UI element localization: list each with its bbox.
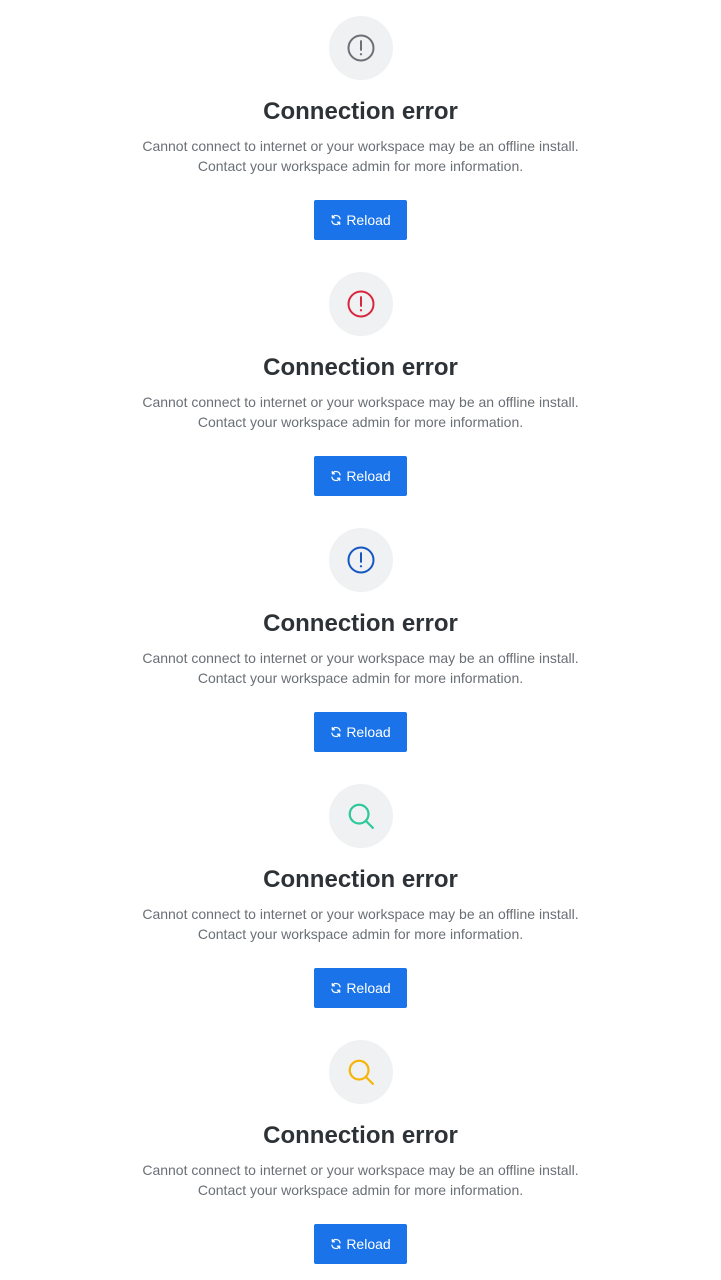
error-description-line-2: Contact your workspace admin for more in… bbox=[197, 414, 524, 430]
error-title: Connection error bbox=[263, 1122, 458, 1149]
refresh-icon bbox=[331, 726, 342, 738]
error-description-line-2: Contact your workspace admin for more in… bbox=[197, 1182, 524, 1198]
error-description-line-2: Contact your workspace admin for more in… bbox=[197, 670, 524, 686]
refresh-icon bbox=[331, 470, 342, 482]
alert-circle-icon bbox=[329, 272, 393, 336]
reload-button-label: Reload bbox=[346, 468, 391, 484]
error-description: Cannot connect to internet or your works… bbox=[0, 1160, 721, 1200]
error-description-line-1: Cannot connect to internet or your works… bbox=[142, 138, 579, 154]
error-state-4: Connection error Cannot connect to inter… bbox=[0, 768, 721, 1024]
error-description: Cannot connect to internet or your works… bbox=[0, 648, 721, 688]
reload-button[interactable]: Reload bbox=[314, 968, 407, 1008]
refresh-icon bbox=[331, 1238, 342, 1250]
search-icon bbox=[329, 1040, 393, 1104]
error-state-5: Connection error Cannot connect to inter… bbox=[0, 1024, 721, 1280]
error-title: Connection error bbox=[263, 610, 458, 637]
search-icon bbox=[329, 784, 393, 848]
error-description-line-1: Cannot connect to internet or your works… bbox=[142, 394, 579, 410]
error-description-line-2: Contact your workspace admin for more in… bbox=[197, 158, 524, 174]
error-state-2: Connection error Cannot connect to inter… bbox=[0, 256, 721, 512]
reload-button-label: Reload bbox=[346, 980, 391, 996]
error-state-3: Connection error Cannot connect to inter… bbox=[0, 512, 721, 768]
error-description-line-1: Cannot connect to internet or your works… bbox=[142, 650, 579, 666]
error-description: Cannot connect to internet or your works… bbox=[0, 392, 721, 432]
error-description-line-1: Cannot connect to internet or your works… bbox=[142, 906, 579, 922]
alert-circle-icon bbox=[329, 528, 393, 592]
error-description-line-1: Cannot connect to internet or your works… bbox=[142, 1162, 579, 1178]
reload-button[interactable]: Reload bbox=[314, 712, 407, 752]
alert-circle-icon bbox=[329, 16, 393, 80]
reload-button-label: Reload bbox=[346, 1236, 391, 1252]
error-description: Cannot connect to internet or your works… bbox=[0, 136, 721, 176]
error-title: Connection error bbox=[263, 98, 458, 125]
refresh-icon bbox=[331, 982, 342, 994]
error-description: Cannot connect to internet or your works… bbox=[0, 904, 721, 944]
reload-button[interactable]: Reload bbox=[314, 200, 407, 240]
reload-button-label: Reload bbox=[346, 212, 391, 228]
error-title: Connection error bbox=[263, 354, 458, 381]
refresh-icon bbox=[331, 214, 342, 226]
reload-button[interactable]: Reload bbox=[314, 456, 407, 496]
error-title: Connection error bbox=[263, 866, 458, 893]
error-description-line-2: Contact your workspace admin for more in… bbox=[197, 926, 524, 942]
reload-button-label: Reload bbox=[346, 724, 391, 740]
error-state-1: Connection error Cannot connect to inter… bbox=[0, 0, 721, 256]
reload-button[interactable]: Reload bbox=[314, 1224, 407, 1264]
